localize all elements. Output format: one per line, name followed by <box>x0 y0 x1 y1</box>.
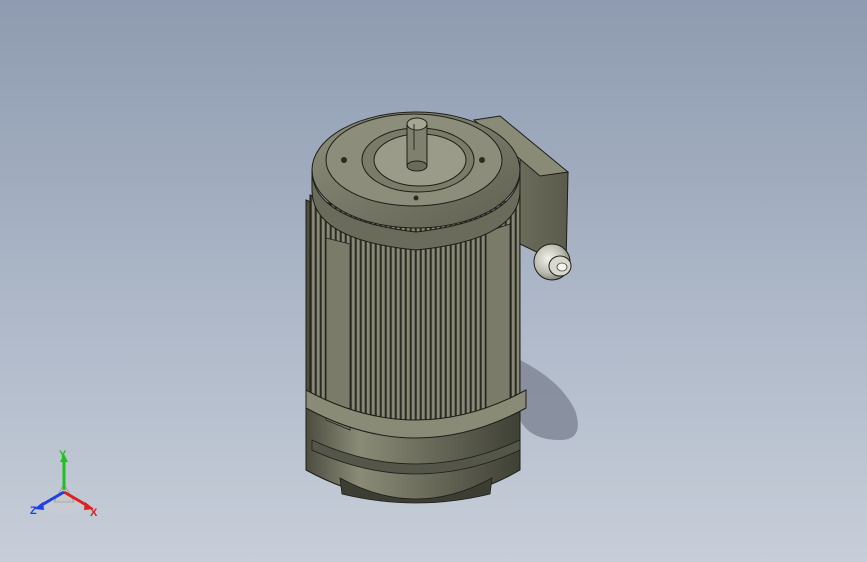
y-axis-label: Y <box>59 449 67 461</box>
z-axis-label: Z <box>30 505 37 517</box>
model-shadow <box>520 360 578 440</box>
orientation-triad[interactable]: Y X Z <box>22 448 106 524</box>
x-axis-label: X <box>90 507 98 519</box>
motor-model[interactable] <box>0 0 867 562</box>
graphics-viewport[interactable]: Y X Z <box>0 0 867 562</box>
